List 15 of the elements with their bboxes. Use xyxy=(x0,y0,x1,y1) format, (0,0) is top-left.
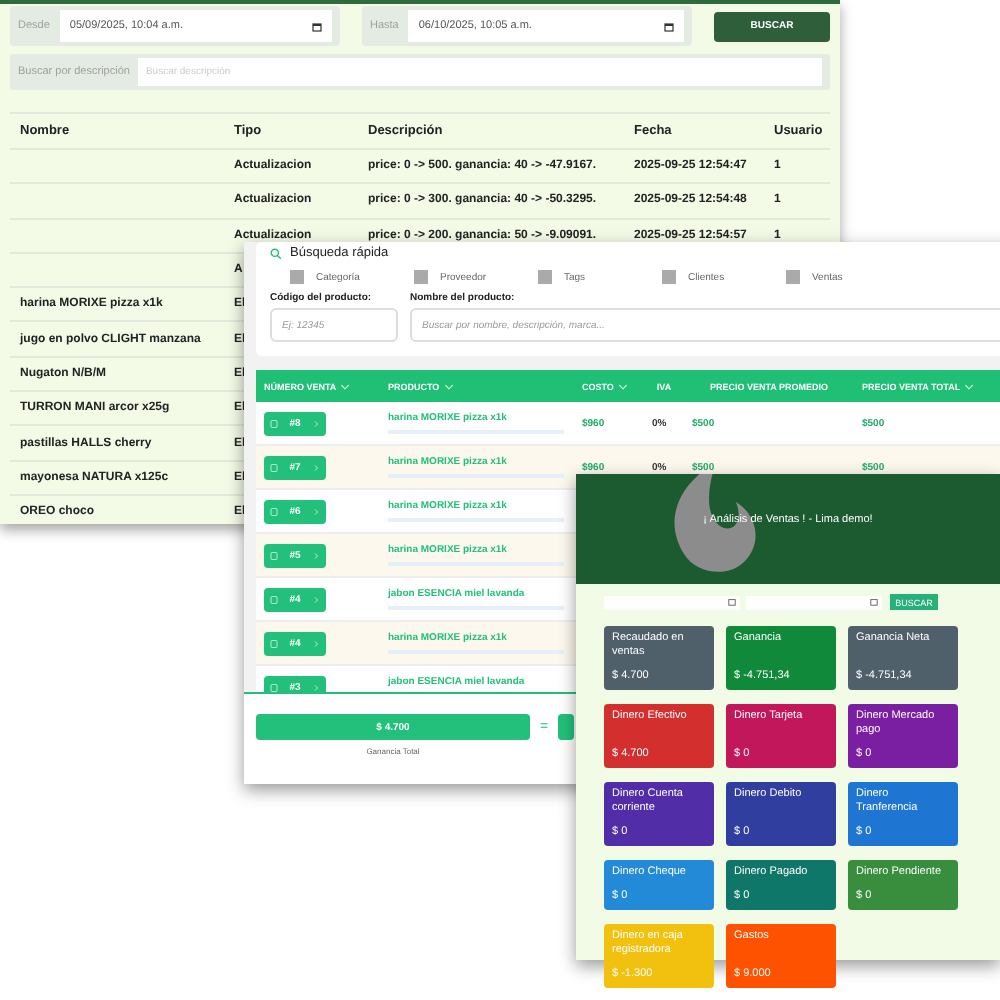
chevron-down-icon xyxy=(443,383,454,389)
chevron-down-icon xyxy=(964,383,975,389)
chevron-down-icon xyxy=(617,383,628,389)
checkbox[interactable] xyxy=(290,270,304,284)
from-date-field[interactable] xyxy=(604,595,740,609)
calendar-icon[interactable] xyxy=(664,21,674,31)
sum-button[interactable] xyxy=(558,714,575,740)
chevron-down-icon xyxy=(340,383,351,389)
calendar-icon[interactable] xyxy=(312,21,322,31)
checkbox[interactable] xyxy=(414,270,428,284)
search-icon xyxy=(270,247,282,259)
checkbox[interactable] xyxy=(538,270,552,284)
to-date-field[interactable] xyxy=(746,595,882,609)
checkbox[interactable] xyxy=(662,270,676,284)
checkbox[interactable] xyxy=(786,270,800,284)
